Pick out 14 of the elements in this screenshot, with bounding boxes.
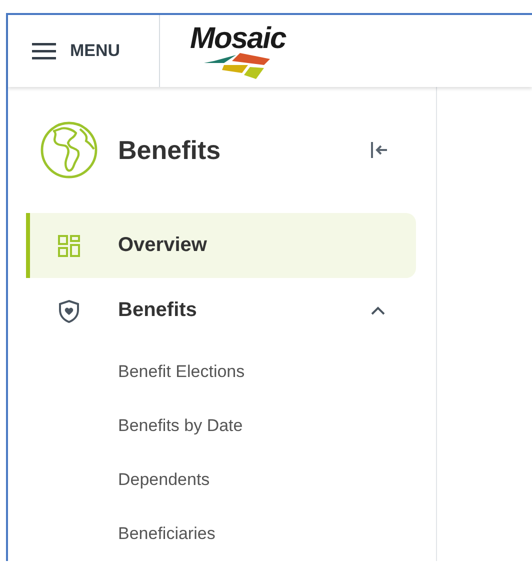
- logo-wordmark: Mosaic: [190, 23, 286, 55]
- sub-nav-link[interactable]: Benefit Elections: [26, 345, 245, 399]
- collapse-icon: [369, 140, 389, 160]
- nav-item[interactable]: Benefits: [26, 278, 416, 343]
- sub-nav-link[interactable]: Beneficiaries: [26, 507, 216, 561]
- menu-icon: [32, 42, 56, 60]
- menu-button[interactable]: MENU: [8, 15, 160, 87]
- sidebar-title: Benefits: [118, 134, 222, 166]
- nav-item[interactable]: Overview: [26, 213, 416, 278]
- globe-icon: [40, 121, 98, 179]
- sub-nav-link[interactable]: Benefits by Date: [26, 399, 243, 453]
- sub-nav-link[interactable]: Dependents: [26, 453, 210, 507]
- shield-heart-icon: [57, 298, 81, 322]
- dashboard-icon: [57, 234, 81, 258]
